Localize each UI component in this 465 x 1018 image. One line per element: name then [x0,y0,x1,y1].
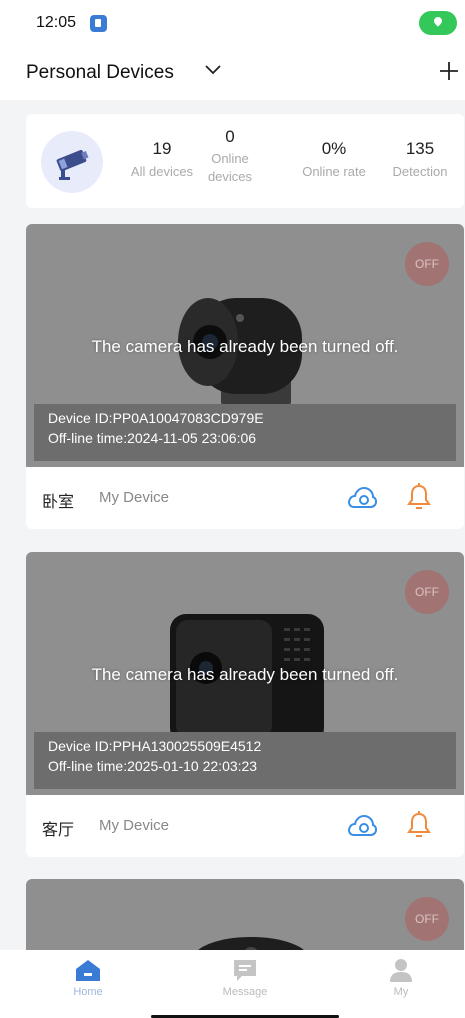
device-card[interactable]: OFF The camera has already been turned o… [26,224,464,529]
chevron-down-icon[interactable] [203,60,223,80]
cloud-storage-icon[interactable] [346,485,378,511]
offline-time: Off-line time:2025-01-10 22:03:23 [48,758,258,774]
bottom-tab-bar: Home Message My [0,950,465,1018]
device-type: My Device [99,817,170,834]
online-rate-value: 0% [321,139,347,158]
camera-preview[interactable]: OFF The camera has already been turned o… [26,552,464,795]
power-off-badge[interactable]: OFF [405,570,449,614]
camera-preview[interactable]: OFF [26,879,464,959]
stat-online-rate: 0% Online rate [292,139,376,181]
device-id: Device ID:PPHA130025509E4512 [48,738,262,754]
online-devices-count: 0 [225,127,235,146]
device-footer: 卧室 My Device [26,467,464,529]
bell-icon[interactable] [407,811,431,839]
device-summary-card: 19 All devices 0 Online devices 0% Onlin… [26,114,464,208]
power-off-badge[interactable]: OFF [405,242,449,286]
camera-off-message: The camera has already been turned off. [91,665,399,684]
stat-all-devices: 19 All devices [122,139,202,181]
stat-detection: 135 Detection [382,139,458,181]
power-off-badge[interactable]: OFF [405,897,449,941]
camera-avatar [41,131,103,193]
tab-my[interactable]: My [361,958,441,998]
device-card[interactable]: OFF The camera has already been turned o… [26,552,464,857]
device-card[interactable]: OFF [26,879,464,959]
camera-off-message: The camera has already been turned off. [91,337,399,356]
all-devices-count: 19 [152,139,172,158]
tab-message-label: Message [222,986,268,998]
detection-label: Detection [392,164,448,179]
app-notification-icon [90,15,107,32]
page-title[interactable]: Personal Devices [26,62,174,84]
device-info-strip: Device ID:PPHA130025509E4512 Off-line ti… [34,732,456,789]
device-info-strip: Device ID:PP0A10047083CD979E Off-line ti… [34,404,456,461]
device-type: My Device [99,489,170,506]
tab-my-label: My [393,986,409,998]
home-icon [76,960,100,981]
status-bar: 12:05 [0,0,465,50]
header: Personal Devices [0,50,465,100]
device-footer: 客厅 My Device [26,795,464,857]
tab-home-label: Home [73,986,103,998]
location-indicator-icon [419,11,457,35]
online-rate-label: Online rate [302,164,366,179]
stat-online-devices: 0 Online devices [204,127,256,186]
status-time: 12:05 [36,14,77,31]
room-name: 卧室 [42,494,75,511]
cloud-storage-icon[interactable] [346,813,378,839]
offline-time: Off-line time:2024-11-05 23:06:06 [48,430,257,446]
person-icon [390,959,412,982]
detection-count: 135 [405,139,435,158]
cctv-camera-icon [56,149,89,180]
device-id: Device ID:PP0A10047083CD979E [48,410,264,426]
add-device-button[interactable] [438,60,460,82]
online-devices-label-line2: devices [207,169,253,185]
tab-home[interactable]: Home [48,958,128,998]
online-devices-label-line1: Online [211,151,249,166]
all-devices-label: All devices [130,164,194,179]
room-name: 客厅 [42,822,75,839]
message-icon [234,960,256,981]
tab-message[interactable]: Message [205,958,285,998]
bell-icon[interactable] [407,483,431,511]
camera-preview[interactable]: OFF The camera has already been turned o… [26,224,464,467]
